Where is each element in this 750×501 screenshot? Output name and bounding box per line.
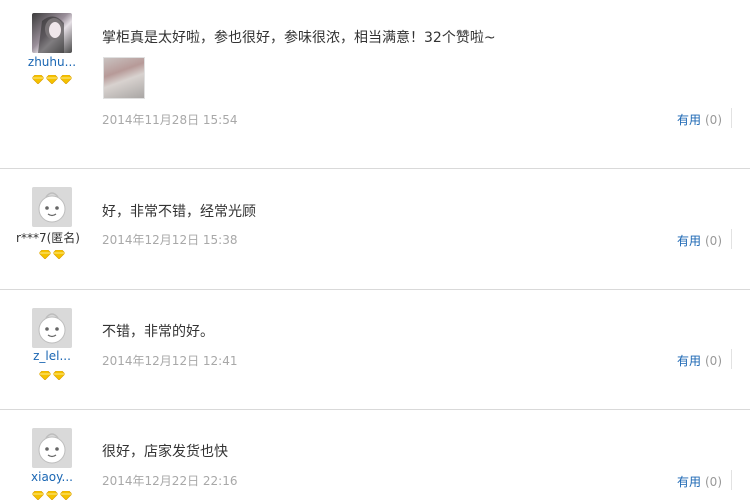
useful-count: (0) xyxy=(705,354,722,368)
user-level-badges xyxy=(0,371,104,380)
default-avatar-icon xyxy=(32,428,72,468)
review-date: 2014年12月22日 22:16 xyxy=(102,474,238,488)
username-link[interactable]: r***7(匿名) xyxy=(0,229,100,246)
review-text: 掌柜真是太好啦，参也很好，参味很浓，相当满意！32个赞啦~ xyxy=(102,30,496,46)
username-link[interactable]: xiaoy... xyxy=(0,470,104,484)
vertical-divider xyxy=(731,470,732,490)
diamond-icon xyxy=(60,75,72,84)
review-item: z_lel... 不错，非常的好。 2014年12月12日 12:41 有用 (0… xyxy=(0,290,750,410)
avatar-photo-icon xyxy=(38,16,64,53)
vertical-divider xyxy=(731,229,732,249)
review-text: 好，非常不错，经常光顾 xyxy=(102,204,256,220)
default-avatar-icon xyxy=(32,308,72,348)
user-avatar[interactable] xyxy=(32,308,72,348)
review-item: xiaoy... 很好，店家发货也快 2014年12月22日 22:16 有用 (… xyxy=(0,410,750,501)
vertical-divider xyxy=(731,349,732,369)
diamond-icon xyxy=(60,491,72,500)
useful-count: (0) xyxy=(705,113,722,127)
review-text: 不错，非常的好。 xyxy=(102,324,214,340)
review-item: r***7(匿名) 好，非常不错，经常光顾 2014年12月12日 15:38 … xyxy=(0,169,750,290)
useful-button[interactable]: 有用 xyxy=(677,113,701,127)
diamond-icon xyxy=(39,250,51,259)
review-date: 2014年12月12日 12:41 xyxy=(102,354,238,368)
diamond-icon xyxy=(39,371,51,380)
user-level-badges xyxy=(0,75,104,84)
diamond-icon xyxy=(32,75,44,84)
review-item: zhuhu... 掌柜真是太好啦，参也很好，参味很浓，相当满意！32个赞啦~ 2… xyxy=(0,0,750,169)
review-date: 2014年12月12日 15:38 xyxy=(102,233,238,247)
username-link[interactable]: zhuhu... xyxy=(0,55,104,69)
diamond-icon xyxy=(46,491,58,500)
user-level-badges xyxy=(0,250,104,259)
review-text: 很好，店家发货也快 xyxy=(102,444,228,460)
user-avatar[interactable] xyxy=(32,187,72,227)
user-level-badges xyxy=(0,491,104,500)
diamond-icon xyxy=(53,371,65,380)
default-avatar-icon xyxy=(32,187,72,227)
useful-count: (0) xyxy=(705,475,722,489)
diamond-icon xyxy=(46,75,58,84)
useful-vote: 有用 (0) xyxy=(677,232,722,249)
useful-vote: 有用 (0) xyxy=(677,473,722,490)
useful-count: (0) xyxy=(705,234,722,248)
vertical-divider xyxy=(731,108,732,128)
useful-button[interactable]: 有用 xyxy=(677,475,701,489)
user-avatar[interactable] xyxy=(32,13,72,53)
diamond-icon xyxy=(53,250,65,259)
useful-vote: 有用 (0) xyxy=(677,352,722,369)
useful-button[interactable]: 有用 xyxy=(677,354,701,368)
useful-vote: 有用 (0) xyxy=(677,111,722,128)
username-link[interactable]: z_lel... xyxy=(0,349,104,363)
review-photo-thumbnail[interactable] xyxy=(103,57,145,99)
review-date: 2014年11月28日 15:54 xyxy=(102,113,238,127)
useful-button[interactable]: 有用 xyxy=(677,234,701,248)
diamond-icon xyxy=(32,491,44,500)
user-avatar[interactable] xyxy=(32,428,72,468)
